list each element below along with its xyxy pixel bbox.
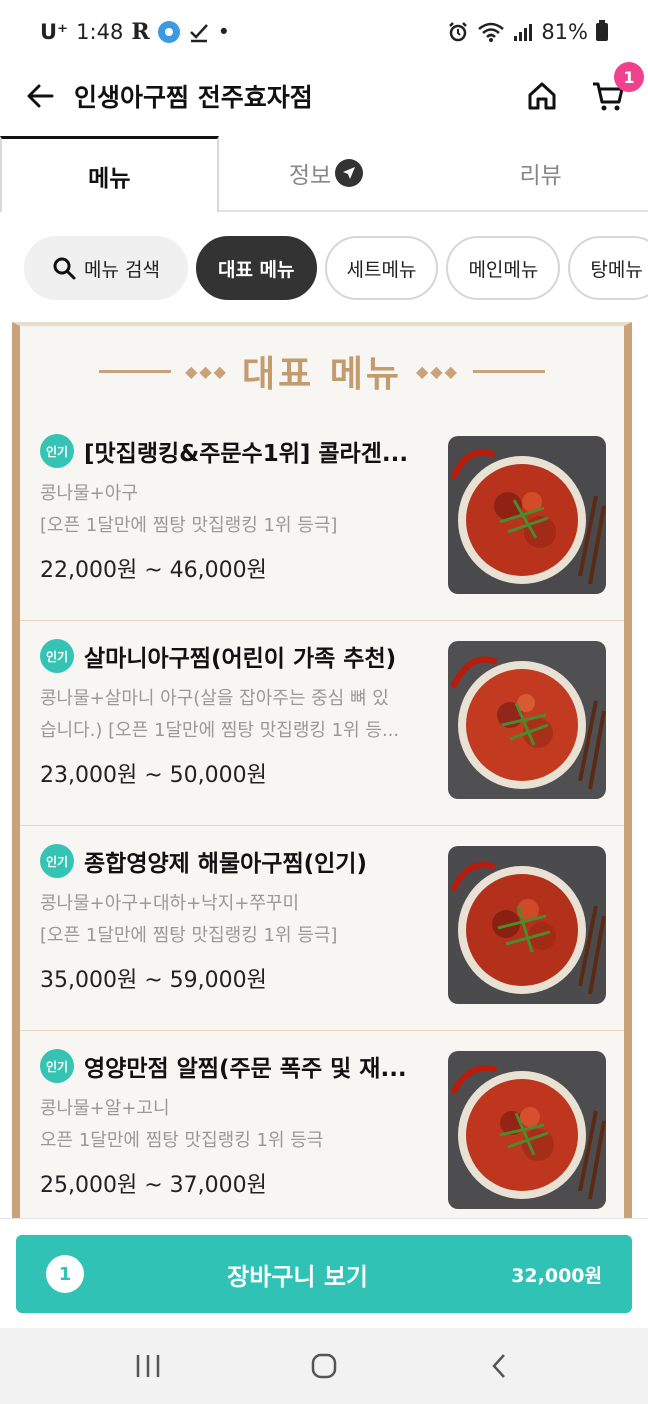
menu-description-line: 오픈 1달만에 찜탕 맛집랭킹 1위 등극 (40, 1130, 324, 1151)
section-title: 대표 메뉴 (241, 354, 402, 395)
notification-dot: • (217, 20, 230, 44)
chevron-left-icon (492, 1354, 505, 1378)
popular-badge: 인기 (40, 844, 74, 878)
menu-photo (448, 436, 606, 594)
menu-item[interactable]: 인기 [맛집랭킹&주문수1위] 콜라겐... 콩나물+아구 [오픈 1달만에 찜… (20, 416, 624, 621)
menu-description-line: 콩나물+알+고니 (40, 1098, 170, 1119)
battery-level: 81% (541, 20, 588, 44)
cart-count-badge: 1 (614, 62, 644, 92)
home-nav-button[interactable] (294, 1336, 354, 1396)
back-nav-button[interactable] (470, 1336, 530, 1396)
popular-badge: 인기 (40, 434, 74, 468)
search-label: 메뉴 검색 (84, 258, 160, 281)
system-nav-bar (0, 1328, 648, 1404)
r-app-icon: R (131, 19, 150, 45)
cart-total-price: 32,000원 (511, 1264, 602, 1287)
menu-name-row: 인기 영양만점 알찜(주문 폭주 및 재... (40, 1049, 430, 1083)
menu-description-line: [오픈 1달만에 찜탕 맛집랭킹 1위 등극] (40, 515, 338, 536)
chip-soup-menu[interactable]: 탕메뉴 (568, 236, 648, 300)
signal-icon (514, 24, 533, 41)
popular-badge: 인기 (40, 639, 74, 673)
location-icon (157, 21, 180, 43)
menu-item[interactable]: 인기 살마니아구찜(어린이 가족 추천) 콩나물+살마니 아구(살을 잡아주는 … (20, 621, 624, 826)
menu-description-line: 콩나물+아구 (40, 483, 138, 504)
menu-photo (448, 846, 606, 1004)
page-title: 인생아구찜 전주효자점 (74, 83, 313, 112)
heading-divider-right (472, 369, 545, 373)
popular-badge: 인기 (40, 1049, 74, 1083)
clock: 1:48 (76, 20, 124, 44)
menu-description: 콩나물+살마니 아구(살을 잡아주는 중심 뼈 있 습니다.) [오픈 1달만에… (40, 683, 430, 747)
menu-name-row: 인기 [맛집랭킹&주문수1위] 콜라겐... (40, 434, 430, 468)
section-heading: ◆◆◆ 대표 메뉴 ◆◆◆ (20, 326, 624, 416)
menu-description-line: 습니다.) [오픈 1달만에 찜탕 맛집랭킹 1위 등... (40, 720, 400, 741)
back-button[interactable] (22, 78, 58, 114)
wifi-icon (478, 22, 505, 42)
menu-description: 콩나물+아구+대하+낙지+쭈꾸미 [오픈 1달만에 찜탕 맛집랭킹 1위 등극] (40, 888, 430, 952)
arrow-left-icon (27, 84, 54, 108)
recent-apps-icon (136, 1355, 160, 1377)
menu-description-line: 콩나물+살마니 아구(살을 잡아주는 중심 뼈 있 (40, 688, 389, 709)
status-left: U⁺ 1:48 R • (40, 19, 230, 45)
diamond-ornament-left: ◆◆◆ (185, 361, 228, 381)
tab-review[interactable]: 리뷰 (433, 136, 648, 210)
view-cart-button[interactable]: 1 장바구니 보기 32,000원 (16, 1235, 632, 1313)
home-circle-icon (311, 1353, 337, 1379)
tab-info[interactable]: 정보 (219, 136, 434, 210)
tab-label: 메뉴 (88, 165, 131, 192)
view-cart-label: 장바구니 보기 (227, 1262, 369, 1291)
menu-name-row: 인기 살마니아구찜(어린이 가족 추천) (40, 639, 430, 673)
recent-apps-button[interactable] (118, 1336, 178, 1396)
tab-bar: 메뉴 정보 리뷰 (0, 136, 648, 212)
heading-divider-left (99, 369, 172, 373)
chip-signature-menu[interactable]: 대표 메뉴 (195, 236, 317, 300)
carrier-label: U⁺ (40, 20, 69, 44)
alarm-icon (449, 22, 468, 42)
menu-name-row: 인기 종합영양제 해물아구찜(인기) (40, 844, 430, 878)
diamond-ornament-right: ◆◆◆ (416, 361, 459, 381)
menu-description-line: [오픈 1달만에 찜탕 맛집랭킹 1위 등극] (40, 925, 338, 946)
search-icon (53, 257, 76, 280)
menu-search-button[interactable]: 메뉴 검색 (24, 236, 188, 300)
menu-name: [맛집랭킹&주문수1위] 콜라겐... (84, 441, 409, 467)
status-bar: U⁺ 1:48 R • 81% (0, 0, 648, 64)
battery-icon (596, 20, 608, 41)
cart-button[interactable]: 1 (590, 62, 644, 114)
header-actions: 1 (524, 62, 644, 114)
menu-name: 영양만점 알찜(주문 폭주 및 재... (84, 1056, 407, 1082)
cart-item-count: 1 (46, 1255, 84, 1293)
cart-footer: 1 장바구니 보기 32,000원 (0, 1218, 648, 1328)
tab-menu[interactable]: 메뉴 (0, 136, 219, 212)
menu-photo (448, 641, 606, 799)
home-icon (528, 82, 556, 110)
chip-set-menu[interactable]: 세트메뉴 (324, 236, 439, 300)
tab-label: 리뷰 (519, 163, 562, 189)
menu-name: 종합영양제 해물아구찜(인기) (84, 851, 367, 877)
app-header: 인생아구찜 전주효자점 1 (0, 62, 648, 128)
status-right: 81% (447, 20, 608, 44)
menu-item[interactable]: 인기 영양만점 알찜(주문 폭주 및 재... 콩나물+알+고니 오픈 1달만에… (20, 1031, 624, 1218)
home-button[interactable] (524, 78, 560, 114)
send-icon (335, 159, 364, 187)
menu-item[interactable]: 인기 종합영양제 해물아구찜(인기) 콩나물+아구+대하+낙지+쭈꾸미 [오픈 … (20, 826, 624, 1031)
chip-main-menu[interactable]: 메인메뉴 (446, 236, 561, 300)
check-icon (189, 24, 208, 43)
menu-description-line: 콩나물+아구+대하+낙지+쭈꾸미 (40, 893, 300, 914)
menu-name: 살마니아구찜(어린이 가족 추천) (84, 646, 397, 672)
category-chips: 메뉴 검색 대표 메뉴 세트메뉴 메인메뉴 탕메뉴 (24, 236, 648, 300)
tab-label: 정보 (288, 163, 332, 189)
menu-photo (448, 1051, 606, 1209)
menu-description: 콩나물+알+고니 오픈 1달만에 찜탕 맛집랭킹 1위 등극 (40, 1093, 430, 1157)
menu-panel: ◆◆◆ 대표 메뉴 ◆◆◆ 인기 [맛집랭킹&주문수1위] 콜라겐... 콩나물… (12, 322, 632, 1218)
menu-description: 콩나물+아구 [오픈 1달만에 찜탕 맛집랭킹 1위 등극] (40, 478, 430, 542)
